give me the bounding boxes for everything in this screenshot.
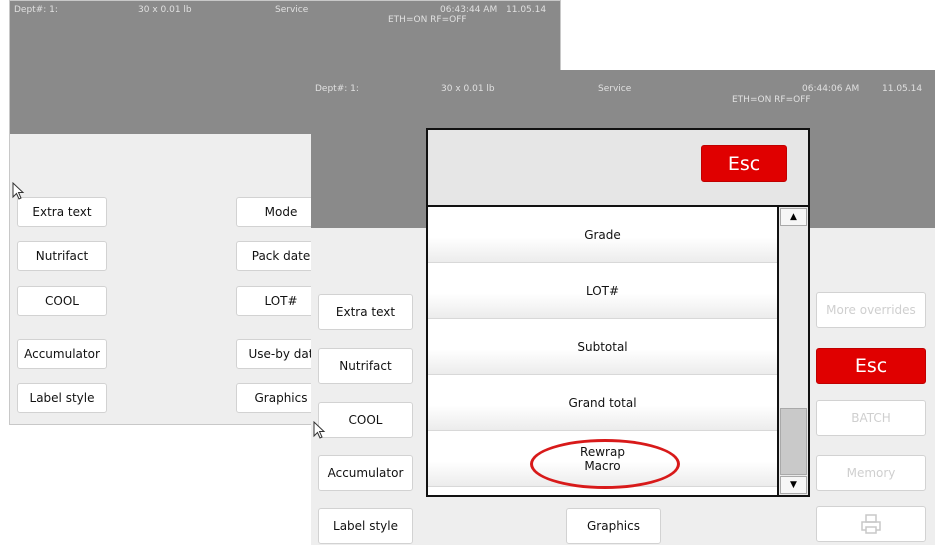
dialog-scrollbar[interactable]: ▲ ▼ [779,207,808,495]
scale-label: 30 x 0.01 lb [138,5,192,15]
mouse-pointer-icon [313,421,326,439]
dialog-esc-button[interactable]: Esc [701,145,787,182]
mode-label: Service [275,5,309,15]
esc-button[interactable]: Esc [816,348,926,384]
scroll-down-button[interactable]: ▼ [780,476,807,494]
date-label: 11.05.14 [882,84,923,94]
memory-button[interactable]: Memory [816,455,926,491]
label-style-button[interactable]: Label style [17,383,107,413]
date-label: 11.05.14 [506,5,547,15]
more-overrides-button[interactable]: More overrides [816,292,926,328]
graphics-button[interactable]: Graphics [566,508,661,544]
network-status: ETH=ON RF=OFF [732,95,811,105]
list-item-subtotal[interactable]: Subtotal [428,319,777,375]
nutrifact-button[interactable]: Nutrifact [318,348,413,384]
list-item-lot[interactable]: LOT# [428,263,777,319]
extra-text-button[interactable]: Extra text [17,197,107,227]
print-button[interactable] [816,506,926,542]
nutrifact-button[interactable]: Nutrifact [17,241,107,271]
mode-label: Service [598,84,632,94]
time-label: 06:44:06 AM [802,84,860,94]
scroll-down-arrow-icon: ▼ [790,480,797,490]
batch-button[interactable]: BATCH [816,400,926,436]
highlight-circle [530,439,680,489]
scrollbar-thumb[interactable] [780,408,807,475]
dept-label: Dept#: 1: [14,5,58,15]
network-status: ETH=ON RF=OFF [388,15,467,25]
mouse-pointer-icon [12,182,25,200]
scroll-up-arrow-icon: ▲ [790,212,797,222]
extra-text-button[interactable]: Extra text [318,294,413,330]
scroll-up-button[interactable]: ▲ [780,208,807,226]
list-item-grand-total[interactable]: Grand total [428,375,777,431]
scale-label: 30 x 0.01 lb [441,84,495,94]
label-style-button[interactable]: Label style [318,508,413,544]
cool-button[interactable]: COOL [17,286,107,316]
cool-button[interactable]: COOL [318,402,413,438]
accumulator-button[interactable]: Accumulator [17,339,107,369]
list-item-grade[interactable]: Grade [428,207,777,263]
dialog-header: Esc [428,130,808,205]
printer-icon [861,514,881,534]
dept-label: Dept#: 1: [315,84,359,94]
accumulator-button[interactable]: Accumulator [318,455,413,491]
